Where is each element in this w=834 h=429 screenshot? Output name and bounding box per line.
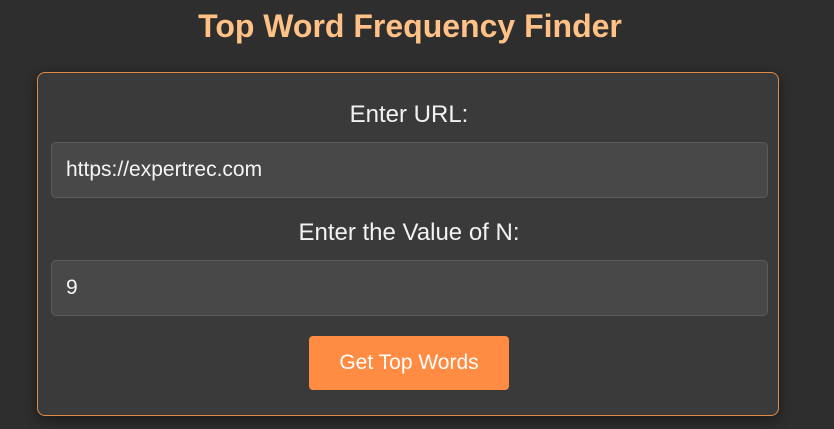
n-value-label: Enter the Value of N: [298,219,520,246]
word-frequency-form: Enter URL: Enter the Value of N: Get Top… [37,72,779,416]
get-top-words-button[interactable]: Get Top Words [309,336,509,390]
page-title: Top Word Frequency Finder [198,8,622,44]
n-value-input[interactable] [51,260,768,316]
url-label: Enter URL: [349,101,469,128]
url-input[interactable] [51,142,768,198]
